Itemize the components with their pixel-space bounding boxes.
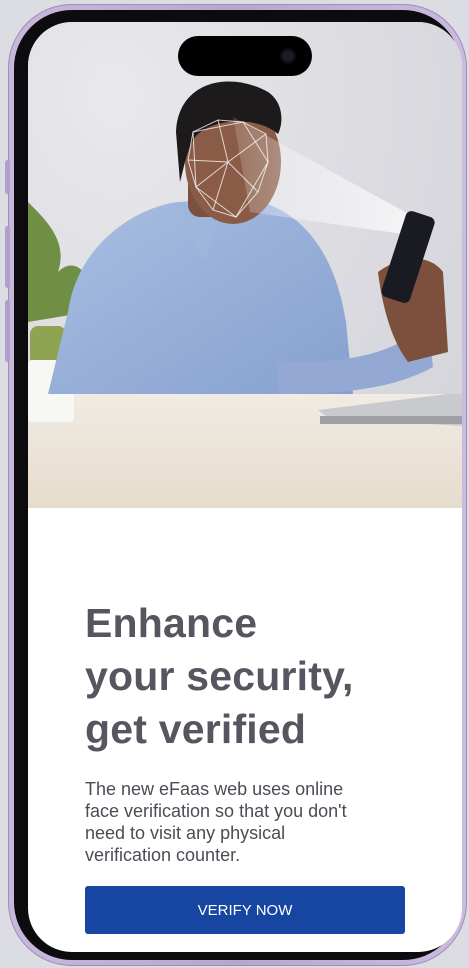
description-line: verification counter. [85,845,241,865]
camera-lens-icon [282,50,294,62]
description-line: need to visit any physical [85,823,286,843]
title-line: your security, [85,653,354,700]
description-line: The new eFaas web uses online [85,779,344,799]
description-text: The new eFaas web uses online face verif… [85,778,405,866]
page-title: Enhance your security, get verified [85,597,425,756]
verify-now-button[interactable]: VERIFY NOW [85,886,405,934]
title-line: get verified [85,706,307,753]
title-line: Enhance [85,600,258,647]
app-screen: Enhance your security, get verified The … [28,22,462,952]
description-line: face verification so that you don't [85,801,347,821]
face-scan-illustration [28,81,462,508]
camera-notch [178,36,312,76]
side-button [5,226,10,288]
side-button [5,300,10,362]
hero-image [28,22,462,508]
side-button [5,160,10,194]
